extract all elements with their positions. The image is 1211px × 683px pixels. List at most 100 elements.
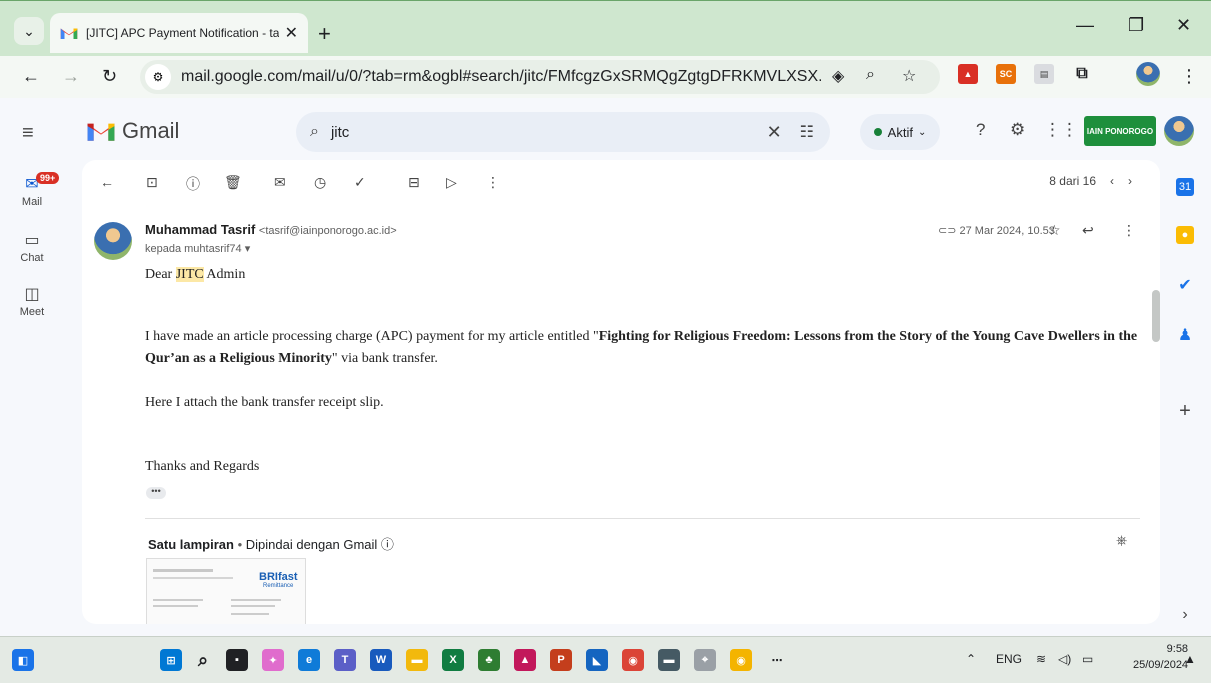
add-to-drive-icon[interactable]: ⎈ — [1116, 532, 1127, 549]
volume-icon[interactable]: ◁) — [1058, 652, 1071, 666]
sender-avatar[interactable] — [94, 222, 132, 260]
battery-icon[interactable]: ▭ — [1082, 652, 1093, 666]
next-icon[interactable]: › — [1128, 174, 1132, 188]
show-trimmed-content-button[interactable]: ••• — [146, 487, 166, 499]
address-bar[interactable]: ⚙ mail.google.com/mail/u/0/?tab=rm&ogbl#… — [140, 60, 940, 94]
gmail-logo[interactable]: Gmail — [86, 118, 179, 144]
mark-unread-icon[interactable]: ✉ — [274, 174, 286, 191]
search-icon[interactable]: ⌕ — [310, 123, 319, 141]
chevron-down-icon: ⌄ — [917, 126, 927, 138]
word-icon[interactable]: W — [370, 649, 392, 671]
profile-avatar[interactable] — [1136, 62, 1160, 86]
expand-panel-icon[interactable]: › — [1176, 606, 1194, 624]
status-dropdown[interactable]: Aktif ⌄ — [860, 114, 940, 150]
site-info-icon[interactable]: ⚙ — [145, 64, 171, 90]
account-avatar[interactable] — [1164, 116, 1194, 146]
gear-icon[interactable]: ⚙ — [1010, 120, 1025, 140]
star-icon[interactable]: ☆ — [1048, 222, 1061, 239]
app-blue-icon[interactable]: ◣ — [586, 649, 608, 671]
back-to-results-icon[interactable]: ← — [100, 174, 114, 190]
add-addon-icon[interactable]: + — [1176, 400, 1194, 422]
chrome-active-icon[interactable]: ◉ — [730, 649, 752, 671]
app-tree-icon[interactable]: ♣ — [478, 649, 500, 671]
new-tab-button[interactable]: + — [318, 21, 331, 47]
tab-search-button[interactable]: ⌄ — [14, 17, 44, 45]
prev-icon[interactable]: ‹ — [1110, 174, 1114, 188]
search-options-icon[interactable]: ☷ — [800, 122, 814, 142]
archive-icon[interactable]: ⊡ — [146, 174, 158, 191]
bookmark-star-icon[interactable]: ☆ — [902, 66, 916, 86]
search-bar[interactable]: ⌕ jitc ✕ ☷ — [296, 112, 830, 152]
system-clock[interactable]: 9:58 25/09/2024 — [1133, 641, 1188, 673]
app-dark-icon[interactable]: ▬ — [658, 649, 680, 671]
snooze-icon[interactable]: ◷ — [314, 174, 326, 191]
url-text[interactable]: mail.google.com/mail/u/0/?tab=rm&ogbl#se… — [181, 68, 821, 86]
caret-down-icon[interactable]: ▾ — [245, 243, 251, 255]
language-indicator[interactable]: ENG — [996, 652, 1022, 666]
calendar-icon[interactable]: 31 — [1176, 178, 1194, 196]
widgets-icon[interactable]: ◧ — [12, 649, 34, 671]
back-arrow-icon[interactable]: ← — [22, 66, 40, 87]
tab-title: [JITC] APC Payment Notification - tasr — [86, 26, 279, 40]
app-red-icon[interactable]: ▲ — [514, 649, 536, 671]
browser-tab-active[interactable]: [JITC] APC Payment Notification - tasr ✕ — [50, 13, 308, 53]
add-to-tasks-icon[interactable]: ✓ — [354, 174, 366, 191]
chrome-icon[interactable]: ◉ — [622, 649, 644, 671]
video-camera-icon: ◫ — [24, 286, 40, 303]
tasks-icon[interactable]: ✔ — [1176, 276, 1194, 294]
wifi-icon[interactable]: ≋ — [1036, 652, 1046, 666]
search-taskbar-icon[interactable]: ⌕ — [192, 649, 214, 671]
file-explorer-icon[interactable]: ▬ — [406, 649, 428, 671]
teams-icon[interactable]: T — [334, 649, 356, 671]
minimize-icon[interactable]: — — [1076, 15, 1094, 36]
extension-sc-icon[interactable]: SC — [996, 64, 1016, 84]
move-to-icon[interactable]: ⊟ — [408, 174, 420, 191]
copilot-icon[interactable]: ✦ — [262, 649, 284, 671]
extension-red-icon[interactable]: ▲ — [958, 64, 978, 84]
notification-bell-icon[interactable]: ▲ — [1184, 652, 1196, 666]
browser-menu-icon[interactable]: ⋮ — [1180, 66, 1198, 87]
scrollbar-thumb[interactable] — [1152, 290, 1160, 342]
extension-doc-icon[interactable]: ▤ — [1034, 64, 1054, 84]
divider — [145, 518, 1140, 519]
forward-arrow-icon[interactable]: → — [62, 66, 80, 87]
search-input[interactable]: jitc — [331, 124, 767, 141]
window-close-icon[interactable]: ✕ — [1176, 15, 1191, 36]
info-icon[interactable]: ⓘ — [381, 537, 394, 552]
organization-logo[interactable]: IAIN PONOROGO — [1084, 116, 1156, 146]
label-icon[interactable]: ▷ — [446, 174, 457, 191]
sender-email: <tasrif@iainponorogo.ac.id> — [258, 225, 397, 237]
rail-item-meet[interactable]: ◫ Meet — [0, 284, 64, 318]
apps-grid-icon[interactable]: ⋮⋮ — [1044, 120, 1078, 140]
app-gray-icon[interactable]: ⌖ — [694, 649, 716, 671]
message-date-text: 27 Mar 2024, 10.53 — [959, 225, 1055, 237]
delete-icon[interactable]: 🗑 — [224, 174, 242, 191]
help-icon[interactable]: ? — [976, 120, 985, 140]
task-view-icon[interactable]: ▪ — [226, 649, 248, 671]
tray-chevron-icon[interactable]: ⌃ — [966, 652, 976, 666]
rail-item-chat[interactable]: ▭ Chat — [0, 230, 64, 264]
zoom-icon[interactable]: ⌕ — [866, 66, 875, 84]
powerpoint-icon[interactable]: P — [550, 649, 572, 671]
message-more-icon[interactable]: ⋮ — [1122, 222, 1136, 239]
reload-icon[interactable]: ↻ — [102, 66, 117, 87]
start-icon[interactable]: ⊞ — [160, 649, 182, 671]
close-icon[interactable]: ✕ — [285, 23, 298, 43]
attachment-thumbnail[interactable]: BRIfast Remittance — [146, 558, 306, 624]
install-app-icon[interactable]: ◈ — [832, 66, 844, 86]
report-spam-icon[interactable]: ⓘ — [186, 174, 200, 194]
restore-icon[interactable]: ❐ — [1128, 15, 1144, 36]
rail-item-label: Chat — [20, 252, 44, 264]
thumbnail-subtitle: Remittance — [263, 583, 294, 589]
edge-icon[interactable]: e — [298, 649, 320, 671]
excel-icon[interactable]: X — [442, 649, 464, 671]
extensions-puzzle-icon[interactable]: ⧉ — [1072, 64, 1092, 84]
more-options-icon[interactable]: ⋮ — [486, 174, 500, 191]
clear-search-icon[interactable]: ✕ — [767, 122, 782, 143]
keep-icon[interactable]: ● — [1176, 226, 1194, 244]
overflow-icon[interactable]: ⋯ — [766, 649, 788, 671]
contacts-icon[interactable]: ♟ — [1176, 326, 1194, 344]
reply-icon[interactable]: ↩ — [1082, 222, 1094, 239]
main-menu-icon[interactable]: ≡ — [22, 122, 34, 145]
recipient-line[interactable]: kepada muhtasrif74 ▾ — [145, 242, 250, 255]
